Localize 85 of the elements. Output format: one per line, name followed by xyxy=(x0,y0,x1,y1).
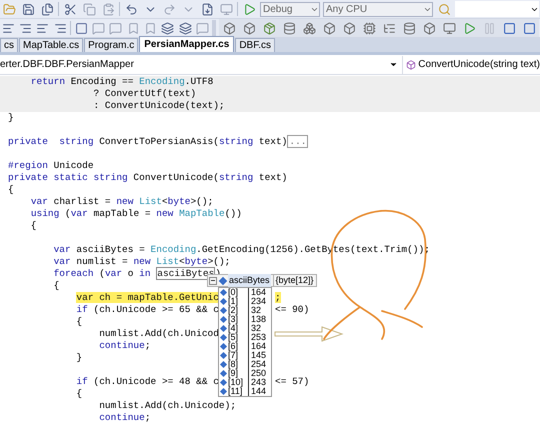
array-element-row[interactable]: [9] 250 xyxy=(219,369,271,378)
element-index: [6] xyxy=(228,342,240,351)
bookmark-toggle-icon[interactable] xyxy=(74,20,88,36)
find-field[interactable] xyxy=(455,1,539,17)
element-value: 145 xyxy=(248,351,266,360)
code-line: } xyxy=(7,112,14,124)
array-element-row[interactable]: [11] 144 xyxy=(219,387,271,396)
restart-icon[interactable] xyxy=(521,20,538,36)
code-line: var charlist = new List<byte>(); xyxy=(30,196,214,208)
arrow-drawing xyxy=(274,326,344,342)
array-element-row[interactable]: [0] 164 xyxy=(219,288,271,297)
collapse-icon[interactable] xyxy=(209,276,217,284)
element-value: 164 xyxy=(248,288,266,297)
code-line: var numlist = new List<byte>(); xyxy=(52,256,230,268)
array-element-row[interactable]: [3] 138 xyxy=(219,315,271,324)
element-index: [0] xyxy=(228,288,240,297)
code-line: { xyxy=(30,220,37,232)
bookmark-icon[interactable] xyxy=(91,20,106,36)
array-element-row[interactable]: [7] 145 xyxy=(219,351,271,360)
element-value: 243 xyxy=(248,378,266,387)
editor-tab[interactable]: MapTable.cs xyxy=(19,38,84,52)
code-line: numlist.Add(ch.Unicod xyxy=(98,328,219,340)
type-dropdown[interactable]: erter.DBF.DBF.PersianMapper xyxy=(0,56,402,74)
element-value: 250 xyxy=(248,369,266,378)
element-index: [3] xyxy=(228,315,240,324)
caret-icon xyxy=(389,60,398,69)
code-line: private string ConvertToPersianAsis(string text) ... xyxy=(7,136,308,148)
element-index: [2] xyxy=(228,306,240,315)
variable-name: asciiBytes xyxy=(228,274,271,288)
array-element-row[interactable]: [1] 234 xyxy=(219,297,271,306)
code-line: continue; xyxy=(98,340,151,352)
code-line-end: <= 90) xyxy=(275,304,310,316)
element-index: [9] xyxy=(228,369,240,378)
editor-tab[interactable]: Program.c xyxy=(84,38,138,52)
window-icon[interactable] xyxy=(441,20,458,36)
method-icon xyxy=(406,60,416,70)
package-icon[interactable] xyxy=(261,20,278,36)
editor-tab[interactable]: PersianMapper.cs xyxy=(139,36,234,52)
code-line: { xyxy=(75,388,82,400)
array-element-row[interactable]: [6] 164 xyxy=(219,342,271,351)
cut-icon[interactable] xyxy=(62,1,78,17)
save-all-icon[interactable] xyxy=(39,1,55,17)
element-value: 234 xyxy=(248,297,266,306)
code-line: numlist.Add(ch.Unicode); xyxy=(98,400,236,412)
code-line: private static string ConvertUnicode(string text) xyxy=(7,172,288,184)
editor-tab[interactable]: DBF.cs xyxy=(235,38,275,52)
element-value: 138 xyxy=(248,315,266,324)
element-value: 253 xyxy=(248,333,266,342)
code-line-end: <= 57) xyxy=(275,376,310,388)
find-icon[interactable] xyxy=(436,1,452,17)
array-element-row[interactable]: [8] 254 xyxy=(219,360,271,369)
code-line: { xyxy=(7,184,14,196)
code-line: if (ch.Unicode >= 48 && c xyxy=(75,376,219,388)
element-index: [10] xyxy=(228,378,244,387)
array-element-row[interactable]: [5] 253 xyxy=(219,333,271,342)
element-index: [1] xyxy=(228,297,240,306)
element-index: [7] xyxy=(228,351,240,360)
platform-dropdown[interactable]: Any CPU xyxy=(323,2,433,16)
element-index: [8] xyxy=(228,360,240,369)
element-value: 32 xyxy=(248,324,262,333)
code-line: } xyxy=(75,352,82,364)
code-line: { xyxy=(52,280,60,292)
code-line: { xyxy=(75,316,82,328)
editor-tab[interactable]: cs xyxy=(0,38,18,52)
stop-icon[interactable] xyxy=(501,20,518,36)
element-index: [4] xyxy=(228,324,240,333)
element-index: [5] xyxy=(228,333,240,342)
element-value: 164 xyxy=(248,342,266,351)
configuration-dropdown[interactable]: Debug xyxy=(260,2,320,16)
array-element-row[interactable]: [2] 32 xyxy=(219,306,271,315)
element-index: [11] xyxy=(228,387,244,396)
code-line: using (var mapTable = new MapTable()) xyxy=(30,208,242,220)
variable-value: {byte[12]} xyxy=(272,274,314,288)
element-value: 144 xyxy=(248,387,266,396)
code-line: continue; xyxy=(98,412,151,424)
code-line: if (ch.Unicode >= 65 && c xyxy=(75,304,219,316)
code-line-end: ; xyxy=(275,292,281,304)
element-value: 32 xyxy=(248,306,262,315)
member-dropdown[interactable]: ConvertUnicode(string text) xyxy=(402,56,540,74)
array-element-row[interactable]: [4] 32 xyxy=(219,324,271,333)
code-line: #region Unicode xyxy=(7,160,94,172)
element-value: 254 xyxy=(248,360,266,369)
collapsed-region-marker[interactable]: ... xyxy=(287,135,308,148)
save-icon[interactable] xyxy=(20,1,36,17)
array-element-row[interactable]: [10] 243 xyxy=(219,378,271,387)
